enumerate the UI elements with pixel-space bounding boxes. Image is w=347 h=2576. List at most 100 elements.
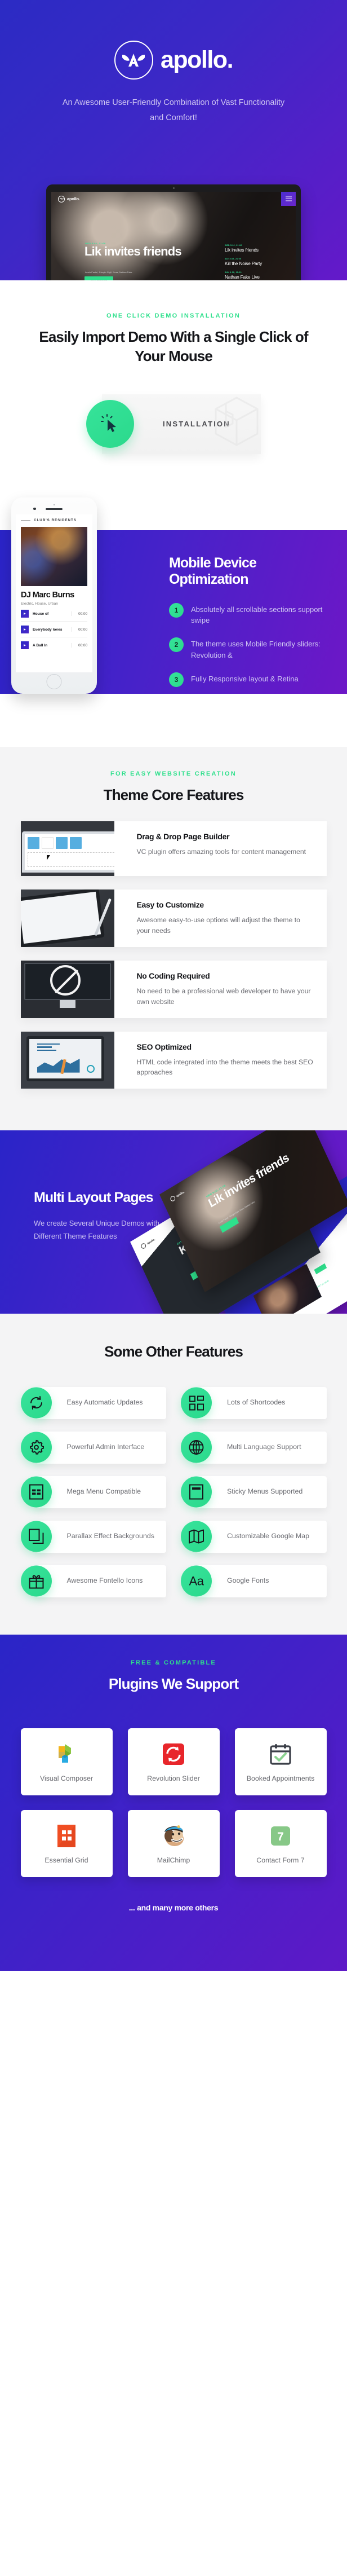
list-item: 3 Fully Responsive layout & Retina <box>169 672 338 687</box>
feature-card[interactable]: Drag & Drop Page Builder VC plugin offer… <box>20 821 327 876</box>
play-icon[interactable] <box>21 610 29 618</box>
apollo-wings-logo-icon: apollo. <box>170 1190 185 1203</box>
gear-icon <box>20 1432 52 1463</box>
mobile-benefits-list: 1 Absolutely all scrollable sections sup… <box>169 602 338 687</box>
click-cursor-icon[interactable] <box>86 399 134 448</box>
mock-site-logo: apollo. <box>58 195 80 202</box>
globe-icon <box>181 1432 212 1463</box>
mega-menu-icon <box>20 1476 52 1508</box>
revolution-slider-logo <box>161 1740 186 1768</box>
plugins-section: FREE & COMPATIBLE Plugins We Support Vis… <box>0 1634 347 1971</box>
feature-card[interactable]: Easy to Customize Awesome easy-to-use op… <box>20 889 327 947</box>
phone-mockup: CLUB'S RESIDENTS DJ Marc Burns Electric,… <box>11 497 97 694</box>
laptop-camera-icon <box>172 187 175 189</box>
landing-page: apollo. An Awesome User-Friendly Combina… <box>0 0 347 1971</box>
feature-card[interactable]: SEO Optimized HTML code integrated into … <box>20 1031 327 1089</box>
cursor-icon <box>46 855 50 860</box>
other-title: Some Other Features <box>104 1343 243 1360</box>
core-title: Theme Core Features <box>103 786 244 803</box>
multi-layout-section: Multi Layout Pages We create Several Uni… <box>0 1130 347 1314</box>
plugin-card[interactable]: Booked Appointments <box>234 1728 327 1795</box>
plugin-card[interactable]: MailChimp <box>127 1810 220 1877</box>
apollo-wings-logo-icon: apollo. <box>140 1237 156 1250</box>
mock-event-list: WED 5.02, 21:00 Lik invites friends SAT … <box>225 244 292 280</box>
table-row[interactable]: House of 00:00 <box>21 610 87 622</box>
feature-tile[interactable]: Google Fonts Aa <box>181 1565 327 1597</box>
feature-tile[interactable]: Lots of Shortcodes <box>181 1386 327 1419</box>
list-item: 2 The theme uses Mobile Friendly sliders… <box>169 637 338 661</box>
plugin-card[interactable]: Essential Grid <box>20 1810 113 1877</box>
layers-copy-icon <box>20 1521 52 1552</box>
list-item[interactable]: SAT 8.02, 21:00 Kill the Noise Party <box>225 258 292 266</box>
home-button-icon[interactable] <box>46 673 62 689</box>
folded-map-icon <box>181 1521 212 1552</box>
feature-description: Awesome easy-to-use options will adjust … <box>136 915 300 935</box>
laptop-mockup: apollo. WED 5.02, 21:00 Lik invites frie… <box>46 184 301 280</box>
brand-logo: apollo. <box>0 0 347 80</box>
phone-kicker: CLUB'S RESIDENTS <box>34 518 77 522</box>
table-row[interactable]: Everybody loves 00:00 <box>21 626 87 638</box>
other-features-grid: Easy Automatic Updates Lots of Shortcode… <box>20 1386 327 1597</box>
plugin-card[interactable]: Visual Composer <box>20 1728 113 1795</box>
feature-title: Drag & Drop Page Builder <box>136 831 230 841</box>
brand-name: apollo. <box>160 46 234 73</box>
list-item: 1 Absolutely all scrollable sections sup… <box>169 602 338 627</box>
feature-tile[interactable]: Easy Automatic Updates <box>20 1386 166 1419</box>
tablet-analytics-screenshot <box>20 1031 114 1089</box>
grid-blocks-icon <box>181 1387 212 1419</box>
feature-tile[interactable]: Customizable Google Map <box>181 1520 327 1553</box>
play-icon[interactable] <box>21 641 29 650</box>
buy-ticket-button[interactable]: BUY TICKET <box>84 276 114 280</box>
mobile-text-block: Mobile Device Optimization 1 Absolutely … <box>169 555 338 698</box>
badge-number: 3 <box>169 672 184 687</box>
feature-tile[interactable]: Mega Menu Compatible <box>20 1476 166 1508</box>
installation-widget[interactable]: INSTALLATION <box>86 393 261 457</box>
feature-tile[interactable]: Awesome Fontello Icons <box>20 1565 166 1597</box>
badge-number: 2 <box>169 637 184 653</box>
feature-tile[interactable]: Powerful Admin Interface <box>20 1431 166 1464</box>
plugin-card[interactable]: Revolution Slider <box>127 1728 220 1795</box>
plugins-footer-note: ... and many more others <box>128 1903 219 1912</box>
essential-grid-logo <box>55 1822 78 1850</box>
no-code-prohibited-icon <box>50 965 81 996</box>
hamburger-menu-icon[interactable] <box>281 192 296 206</box>
mock-site-logo-text: apollo. <box>67 196 80 201</box>
badge-number: 1 <box>169 602 184 618</box>
contact-form-7-logo: 7 <box>269 1822 292 1850</box>
feature-title: SEO Optimized <box>136 1042 192 1051</box>
imac-code-screenshot <box>20 960 114 1018</box>
dj-photo <box>21 526 87 586</box>
feature-description: VC plugin offers amazing tools for conte… <box>136 847 306 856</box>
visual-composer-logo <box>54 1740 79 1768</box>
mobile-optimization-section: CLUB'S RESIDENTS DJ Marc Burns Electric,… <box>0 476 347 747</box>
sticky-menu-icon <box>181 1476 212 1508</box>
import-kicker: ONE CLICK DEMO INSTALLATION <box>106 312 241 319</box>
phone-screen-content: CLUB'S RESIDENTS DJ Marc Burns Electric,… <box>16 514 92 672</box>
feature-card[interactable]: No Coding Required No need to be a profe… <box>20 960 327 1018</box>
booked-calendar-logo <box>268 1740 293 1768</box>
plugins-title: Plugins We Support <box>108 1675 239 1692</box>
hero-section: apollo. An Awesome User-Friendly Combina… <box>0 0 347 280</box>
mock-event-title: Lik invites friends <box>84 244 182 258</box>
typography-aa-icon: Aa <box>181 1565 212 1597</box>
feature-title: Easy to Customize <box>136 900 204 909</box>
import-title: Easily Import Demo With a Single Click o… <box>39 328 308 365</box>
page-builder-screenshot <box>20 821 114 876</box>
table-row[interactable]: A Ball In 00:00 <box>21 641 87 653</box>
feature-tile[interactable]: Multi Language Support <box>181 1431 327 1464</box>
plugin-card[interactable]: 7 Contact Form 7 <box>234 1810 327 1877</box>
svg-text:7: 7 <box>277 1830 284 1843</box>
feature-tile[interactable]: Sticky Menus Supported <box>181 1476 327 1508</box>
list-item[interactable]: WED 5.02, 21:00 Lik invites friends <box>225 244 292 253</box>
apollo-wings-logo-icon <box>58 195 65 202</box>
dj-genres: Electric, House, Urban <box>21 602 58 606</box>
refresh-cycle-icon <box>20 1387 52 1419</box>
list-item[interactable]: SUN 9.02, 19:00 Nathan Fake Live <box>225 271 292 280</box>
feature-tile[interactable]: Parallax Effect Backgrounds <box>20 1520 166 1553</box>
play-icon[interactable] <box>21 626 29 634</box>
core-kicker: FOR EASY WEBSITE CREATION <box>110 770 237 777</box>
apollo-wings-logo-icon <box>114 41 153 80</box>
plugins-kicker: FREE & COMPATIBLE <box>131 1659 216 1666</box>
import-demo-section: ONE CLICK DEMO INSTALLATION Easily Impor… <box>0 280 347 476</box>
hero-tagline: An Awesome User-Friendly Combination of … <box>62 98 285 122</box>
